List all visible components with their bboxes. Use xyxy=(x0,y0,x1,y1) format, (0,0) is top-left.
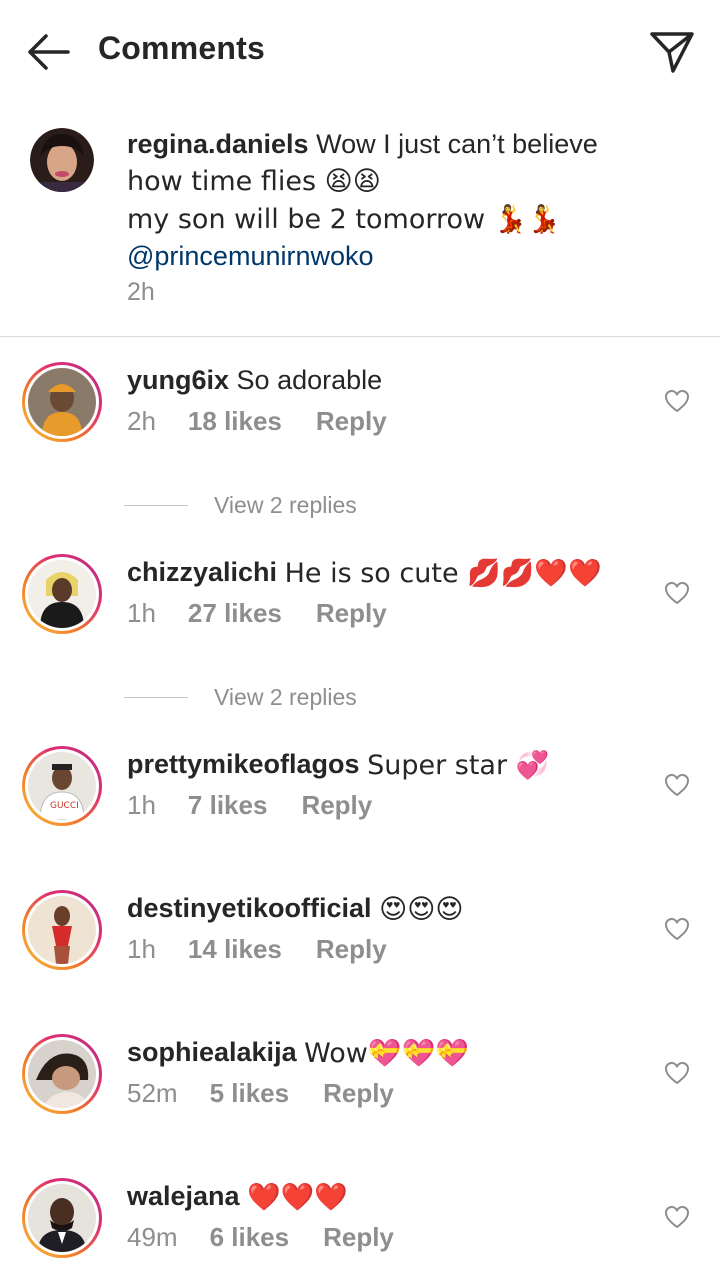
caption-time: 2h xyxy=(127,278,155,306)
replies-line xyxy=(124,696,188,698)
caption-username[interactable]: regina.daniels xyxy=(127,129,309,159)
comment-time: 52m xyxy=(127,1078,178,1108)
comment-text: destinyetikoofficial 😍😍😍 xyxy=(127,890,464,928)
comment-item: yung6ix So adorable 2h 18 likes Reply xyxy=(0,362,720,482)
caption: regina.daniels Wow I just can’t believe … xyxy=(0,110,720,336)
comment-body: ❤️❤️❤️ xyxy=(247,1181,348,1213)
back-button[interactable] xyxy=(20,28,76,76)
avatar[interactable] xyxy=(30,128,94,192)
heart-outline-icon xyxy=(665,1062,689,1084)
comment-username[interactable]: sophiealakija xyxy=(127,1037,297,1067)
reply-button[interactable]: Reply xyxy=(316,406,387,437)
comment-text: prettymikeoflagos Super star 💞 xyxy=(127,746,549,784)
paper-plane-icon xyxy=(650,32,694,73)
replies-line xyxy=(124,504,188,506)
header: Comments xyxy=(0,0,720,104)
avatar[interactable] xyxy=(22,890,102,970)
comment-text: yung6ix So adorable xyxy=(127,362,382,398)
view-replies-button[interactable]: View 2 replies xyxy=(124,682,357,712)
view-replies-label: View 2 replies xyxy=(214,683,357,710)
like-button[interactable] xyxy=(660,384,694,418)
like-button[interactable] xyxy=(660,1200,694,1234)
share-button[interactable] xyxy=(644,26,700,78)
comment-meta: 1h 14 likes Reply xyxy=(127,934,387,965)
comment-body: Super star 💞 xyxy=(367,749,550,781)
comment-item: chizzyalichi He is so cute 💋💋❤️❤️ 1h 27 … xyxy=(0,554,720,674)
comment-meta: 1h 27 likes Reply xyxy=(127,598,387,629)
reply-button[interactable]: Reply xyxy=(323,1222,394,1253)
view-replies-button[interactable]: View 2 replies xyxy=(124,490,357,520)
like-button[interactable] xyxy=(660,1056,694,1090)
comment-time: 1h xyxy=(127,790,156,820)
heart-outline-icon xyxy=(665,582,689,604)
heart-outline-icon xyxy=(665,390,689,412)
mention-link[interactable]: @princemunirnwoko xyxy=(127,238,647,274)
comment-likes[interactable]: 7 likes xyxy=(188,790,268,821)
like-button[interactable] xyxy=(660,912,694,946)
page-title: Comments xyxy=(98,30,265,66)
avatar[interactable] xyxy=(22,362,102,442)
comment-username[interactable]: destinyetikoofficial xyxy=(127,893,372,923)
comment-body: 😍😍😍 xyxy=(379,893,464,925)
caption-text: regina.daniels Wow I just can’t believe … xyxy=(127,126,647,274)
arrow-left-icon xyxy=(28,34,70,70)
comment-likes[interactable]: 5 likes xyxy=(210,1078,290,1109)
caption-line1: Wow I just can’t believe xyxy=(316,129,598,159)
view-replies-label: View 2 replies xyxy=(214,491,357,518)
comment-time: 49m xyxy=(127,1222,178,1252)
comment-body: So adorable xyxy=(236,365,383,395)
comment-meta: 1h 7 likes Reply xyxy=(127,790,372,821)
avatar[interactable] xyxy=(22,554,102,634)
comment-time: 1h xyxy=(127,598,156,628)
comment-likes[interactable]: 6 likes xyxy=(210,1222,290,1253)
comment-meta: 2h 18 likes Reply xyxy=(127,406,387,437)
divider xyxy=(0,336,720,337)
comment-item: destinyetikoofficial 😍😍😍 1h 14 likes Rep… xyxy=(0,890,720,1010)
avatar[interactable] xyxy=(22,1034,102,1114)
avatar[interactable] xyxy=(22,1178,102,1258)
comment-username[interactable]: prettymikeoflagos xyxy=(127,749,360,779)
like-button[interactable] xyxy=(660,576,694,610)
like-button[interactable] xyxy=(660,768,694,802)
caption-line2: how time flies 😫😫 xyxy=(127,165,381,197)
comment-likes[interactable]: 14 likes xyxy=(188,934,282,965)
reply-button[interactable]: Reply xyxy=(323,1078,394,1109)
comment-username[interactable]: walejana xyxy=(127,1181,240,1211)
comment-username[interactable]: chizzyalichi xyxy=(127,557,277,587)
comment-time: 1h xyxy=(127,934,156,964)
heart-outline-icon xyxy=(665,1206,689,1228)
comment-text: walejana ❤️❤️❤️ xyxy=(127,1178,348,1216)
comment-text: sophiealakija Wow💝💝💝 xyxy=(127,1034,469,1072)
comment-likes[interactable]: 27 likes xyxy=(188,598,282,629)
comment-item: sophiealakija Wow💝💝💝 52m 5 likes Reply xyxy=(0,1034,720,1154)
svg-text:GUCCI: GUCCI xyxy=(50,801,79,811)
comment-likes[interactable]: 18 likes xyxy=(188,406,282,437)
reply-button[interactable]: Reply xyxy=(301,790,372,821)
avatar[interactable]: GUCCI xyxy=(22,746,102,826)
comment-item: walejana ❤️❤️❤️ 49m 6 likes Reply xyxy=(0,1178,720,1261)
reply-button[interactable]: Reply xyxy=(316,598,387,629)
heart-outline-icon xyxy=(665,774,689,796)
comment-time: 2h xyxy=(127,406,156,436)
comment-body: He is so cute 💋💋❤️❤️ xyxy=(284,557,602,589)
caption-line3: my son will be 2 tomorrow 💃💃 xyxy=(127,203,561,235)
comment-body: Wow💝💝💝 xyxy=(304,1037,469,1069)
comment-item: GUCCI prettymikeoflagos Super star 💞 1h … xyxy=(0,746,720,866)
comment-text: chizzyalichi He is so cute 💋💋❤️❤️ xyxy=(127,554,602,592)
comment-meta: 52m 5 likes Reply xyxy=(127,1078,394,1109)
reply-button[interactable]: Reply xyxy=(316,934,387,965)
heart-outline-icon xyxy=(665,918,689,940)
comment-meta: 49m 6 likes Reply xyxy=(127,1222,394,1253)
comment-username[interactable]: yung6ix xyxy=(127,365,229,395)
